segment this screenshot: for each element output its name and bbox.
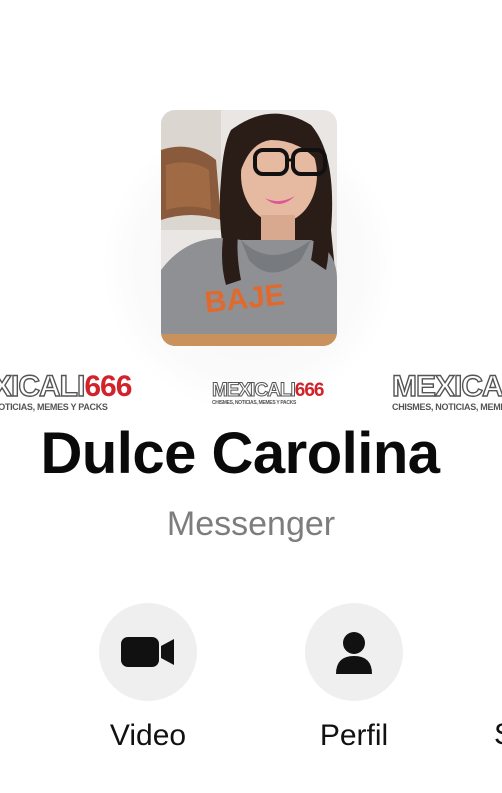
avatar: BAJE — [161, 110, 337, 346]
watermark-tagline: CHISMES, NOTICIAS, MEME — [392, 402, 502, 412]
contact-name: Dulce Carolina — [40, 421, 440, 486]
profile-button-circle[interactable] — [305, 603, 403, 701]
watermark-tagline: CHISMES, NOTICIAS, MEMES Y PACKS — [212, 400, 297, 406]
video-button[interactable]: Video — [98, 603, 198, 753]
watermark-tagline: NOTICIAS, MEMES Y PACKS — [0, 402, 108, 412]
profile-button[interactable]: Perfil — [304, 603, 404, 753]
watermark-logo-left: XICALI666 NOTICIAS, MEMES Y PACKS — [0, 370, 132, 412]
watermark-brand: XICALI — [0, 370, 86, 403]
video-button-circle[interactable] — [99, 603, 197, 701]
watermark-logo-right: MEXICALI CHISMES, NOTICIAS, MEME — [391, 370, 502, 412]
watermark-brand: MEXICALI — [391, 370, 502, 403]
video-camera-icon — [121, 637, 174, 667]
watermark-number: 666 — [294, 380, 325, 401]
partial-action-label[interactable]: S — [494, 718, 502, 752]
person-icon — [336, 632, 372, 674]
watermark-brand: MEXICALI — [212, 380, 297, 401]
incoming-call-screen: BAJE XICALI666 NOTICIAS, MEMES Y PACKS M… — [0, 0, 502, 793]
video-button-label: Video — [109, 719, 187, 752]
watermark-logo-center: MEXICALI666 CHISMES, NOTICIAS, MEMES Y P… — [212, 380, 325, 406]
avatar-photo: BAJE — [161, 110, 337, 346]
watermark-number: 666 — [84, 370, 132, 403]
profile-button-label: Perfil — [319, 719, 389, 752]
app-label: Messenger — [166, 505, 336, 543]
